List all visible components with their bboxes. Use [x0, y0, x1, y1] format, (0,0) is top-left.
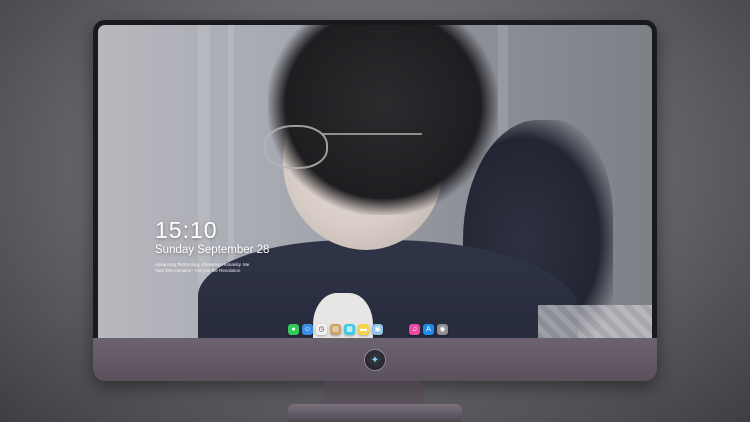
wallpaper-hair: [268, 25, 498, 215]
camera-icon[interactable]: ◉: [437, 323, 448, 335]
contacts-icon[interactable]: ▤: [330, 323, 341, 335]
brand-logo-icon: ✦: [364, 349, 386, 371]
wallpaper-glasses: [264, 125, 328, 169]
lock-screen[interactable]: 15:10 Sunday September 28 Advancing Tech…: [98, 25, 652, 358]
messages-icon[interactable]: ●: [288, 323, 299, 335]
lock-caption-line-1: Advancing Technology. Elevating Humanity…: [155, 262, 250, 267]
clock-icon[interactable]: ◷: [316, 323, 327, 335]
lock-clock: 15:10: [155, 217, 218, 243]
claquette-icon[interactable]: ▦: [344, 323, 355, 335]
lock-caption-line-2: Your time remains - Are you the Revoluti…: [155, 268, 241, 273]
monitor-chin: ✦: [93, 338, 657, 381]
monitor-stand-base: [288, 404, 462, 422]
app-store-icon[interactable]: A: [423, 323, 434, 335]
music-icon[interactable]: ♫: [409, 323, 420, 335]
notes-icon[interactable]: ▬: [358, 323, 369, 335]
monitor-stand-neck: [322, 381, 426, 405]
photos-icon[interactable]: ▣: [372, 323, 383, 335]
monitor: 15:10 Sunday September 28 Advancing Tech…: [93, 20, 657, 381]
finder-icon[interactable]: ☺: [302, 323, 313, 335]
wallpaper-glasses-arm: [322, 133, 422, 135]
dock: ● ☺ ◷ ▤ ▦ ▬ ▣ ♫ A ◉: [288, 321, 448, 337]
lock-date: Sunday September 28: [155, 244, 270, 256]
